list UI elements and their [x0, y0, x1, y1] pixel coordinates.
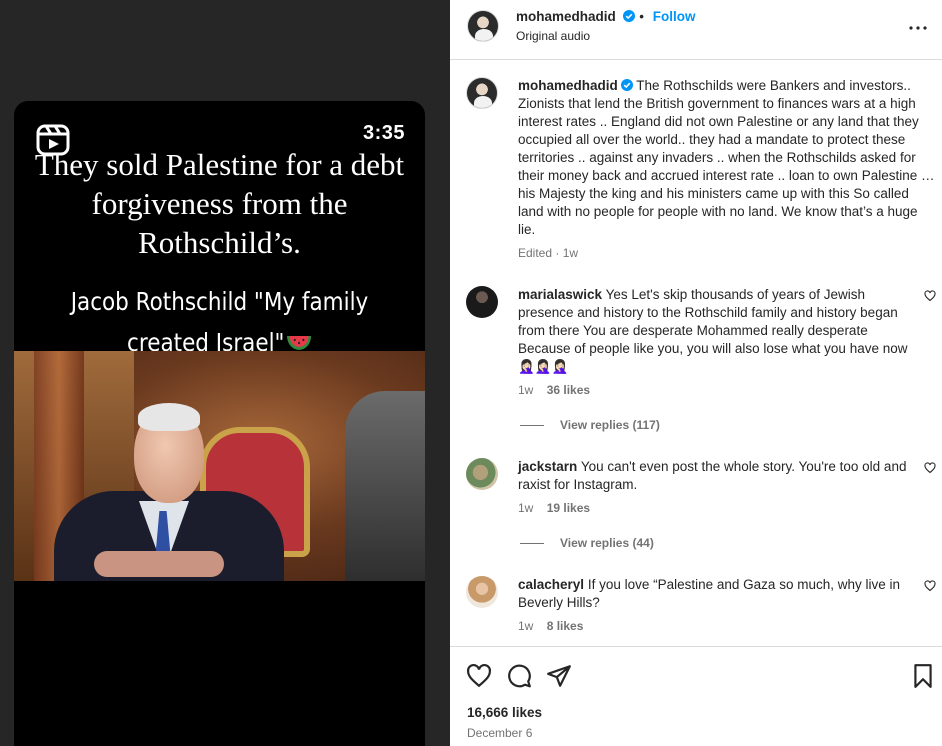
- comment-meta: 1w 19 likes: [518, 501, 936, 515]
- comment-meta: 1w 8 likes: [518, 619, 936, 633]
- avatar[interactable]: [466, 77, 498, 109]
- avatar[interactable]: [466, 286, 498, 318]
- caption-username[interactable]: mohamedhadid: [518, 78, 618, 93]
- follow-button[interactable]: Follow: [653, 9, 696, 24]
- heart-icon[interactable]: [466, 663, 492, 689]
- reel-duration: 3:35: [362, 122, 405, 144]
- comment-item: marialaswick Yes Let's skip thousands of…: [466, 286, 936, 397]
- comment-icon[interactable]: [506, 663, 532, 689]
- caption-text: mohamedhadid The Rothschilds were Banker…: [518, 77, 936, 239]
- reel-headline: They sold Palestine for a debt forgivene…: [34, 147, 405, 260]
- comment-likes[interactable]: 8 likes: [547, 619, 584, 633]
- reel-video[interactable]: 3:35 They sold Palestine for a debt forg…: [14, 101, 425, 746]
- view-replies-label: View replies (44): [560, 536, 654, 550]
- original-audio-link[interactable]: Original audio: [516, 29, 590, 43]
- comment-meta: 1w 36 likes: [518, 383, 936, 397]
- caption-body: The Rothschilds were Bankers and investo…: [518, 78, 935, 237]
- header-user-row: mohamedhadid • Follow: [516, 9, 696, 24]
- more-options-icon[interactable]: [906, 16, 930, 40]
- comment-time[interactable]: 1w: [518, 501, 533, 515]
- comment-time[interactable]: 1w: [518, 619, 533, 633]
- post-likes-count[interactable]: 16,666 likes: [467, 705, 542, 720]
- comment-likes[interactable]: 36 likes: [547, 383, 590, 397]
- video-still: [14, 351, 425, 581]
- post-header: mohamedhadid • Follow Original audio: [450, 0, 942, 60]
- post-info-pane: mohamedhadid • Follow Original audio moh…: [450, 0, 942, 746]
- heart-icon[interactable]: [924, 462, 936, 474]
- comment-likes[interactable]: 19 likes: [547, 501, 590, 515]
- comment-body: You can't even post the whole story. You…: [518, 459, 907, 492]
- comment-text: jackstarn You can't even post the whole …: [518, 458, 912, 494]
- post-date[interactable]: December 6: [467, 726, 532, 740]
- comment-username[interactable]: marialaswick: [518, 287, 602, 302]
- comment-text: calacheryl If you love “Palestine and Ga…: [518, 576, 912, 612]
- view-replies-button[interactable]: View replies (44): [520, 536, 654, 550]
- view-replies-button[interactable]: View replies (117): [520, 418, 660, 432]
- separator-dot: •: [639, 9, 645, 24]
- comment-username[interactable]: jackstarn: [518, 459, 577, 474]
- caption-meta: Edited · 1w: [518, 246, 579, 260]
- verified-badge-icon: [622, 10, 635, 22]
- bookmark-icon[interactable]: [910, 663, 936, 689]
- heart-icon[interactable]: [924, 290, 936, 302]
- view-replies-label: View replies (117): [560, 418, 660, 432]
- comment-item: calacheryl If you love “Palestine and Ga…: [466, 576, 936, 633]
- avatar[interactable]: [466, 458, 498, 490]
- heart-icon[interactable]: [924, 580, 936, 592]
- share-icon[interactable]: [546, 663, 572, 689]
- post-author-username[interactable]: mohamedhadid: [516, 9, 616, 24]
- comment-text: marialaswick Yes Let's skip thousands of…: [518, 286, 912, 376]
- avatar[interactable]: [467, 10, 499, 42]
- avatar[interactable]: [466, 576, 498, 608]
- reel-quote-text: Jacob Rothschild "My family created Isra…: [70, 287, 369, 357]
- comment-time[interactable]: 1w: [518, 383, 533, 397]
- post-caption: mohamedhadid The Rothschilds were Banker…: [466, 77, 936, 260]
- comment-item: jackstarn You can't even post the whole …: [466, 458, 936, 515]
- post-actions: 16,666 likes December 6: [450, 646, 942, 746]
- verified-badge-icon: [620, 79, 633, 91]
- media-pane: 3:35 They sold Palestine for a debt forg…: [0, 0, 450, 746]
- comment-username[interactable]: calacheryl: [518, 577, 584, 592]
